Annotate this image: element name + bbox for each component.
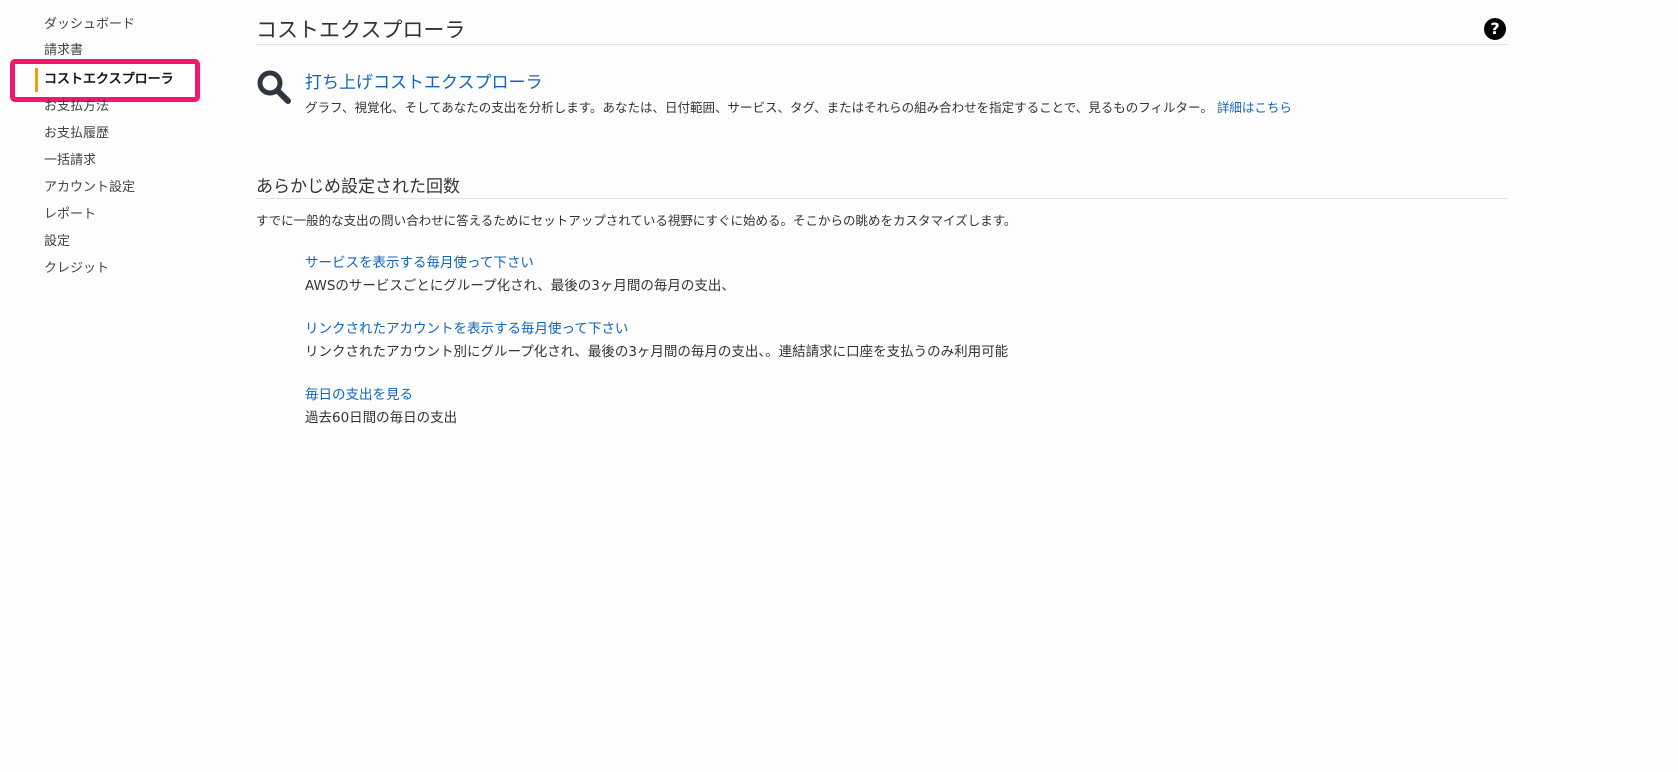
report-link-monthly-by-linked-account[interactable]: リンクされたアカウントを表示する毎月使って下さい [305,317,628,337]
sidebar-item-account-settings[interactable]: アカウント設定 [44,179,135,197]
report-link-daily-spend[interactable]: 毎日の支出を見る [305,383,413,403]
preset-section-description: すでに一般的な支出の問い合わせに答えるためにセットアップされている視野にすぐに始… [256,213,1017,228]
launch-cost-explorer-link[interactable]: 打ち上げコストエクスプローラ [305,68,543,93]
sidebar-item-dashboard[interactable]: ダッシュボード [44,16,135,34]
page-title: コストエクスプローラ [256,18,466,42]
sidebar-item-cost-explorer[interactable]: コストエクスプローラ [44,71,174,89]
sidebar-item-reports[interactable]: レポート [44,206,96,224]
report-link-monthly-by-service[interactable]: サービスを表示する毎月使って下さい [305,251,534,271]
report-description-monthly-by-service: AWSのサービスごとにグループ化され、最後の3ヶ月間の毎月の支出、 [305,278,735,294]
sidebar-item-payment-history[interactable]: お支払履歴 [44,125,109,143]
preset-section-title: あらかじめ設定された回数 [256,177,460,197]
sidebar-item-bills[interactable]: 請求書 [44,42,83,60]
section-divider [256,198,1508,199]
report-description-daily-spend: 過去60日間の毎日の支出 [305,410,458,426]
active-indicator [35,68,38,92]
sidebar-item-consolidated-billing[interactable]: 一括請求 [44,152,96,170]
details-link[interactable]: 詳細はこちら [1217,100,1292,115]
magnifier-icon [257,70,291,104]
report-description-monthly-by-linked-account: リンクされたアカウント別にグループ化され、最後の3ヶ月間の毎月の支出、。連結請求… [305,344,1009,360]
launch-description-text: グラフ、視覚化、そしてあなたの支出を分析します。あなたは、日付範囲、サービス、タ… [305,100,1213,115]
sidebar-item-payment-methods[interactable]: お支払方法 [44,98,109,116]
title-divider [256,44,1508,45]
launch-description: グラフ、視覚化、そしてあなたの支出を分析します。あなたは、日付範囲、サービス、タ… [305,97,1292,116]
sidebar-item-settings[interactable]: 設定 [44,233,70,251]
question-circle-icon[interactable]: ? [1484,18,1506,40]
sidebar-item-credits[interactable]: クレジット [44,260,109,278]
